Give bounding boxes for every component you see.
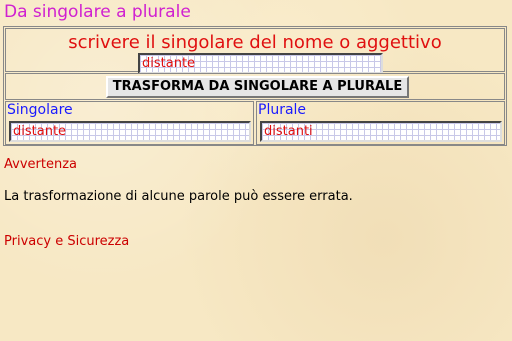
result-row: Singolare Plurale xyxy=(5,101,505,145)
convert-button[interactable]: TRASFORMA DA SINGOLARE A PLURALE xyxy=(106,76,409,98)
singular-result-field[interactable] xyxy=(9,121,251,142)
plural-label: Plurale xyxy=(258,102,307,118)
singular-label: Singolare xyxy=(7,102,73,118)
privacy-link[interactable]: Privacy e Sicurezza xyxy=(4,234,129,249)
instruction-text: scrivere il singolare del nome o aggetti… xyxy=(68,32,442,53)
singular-cell: Singolare xyxy=(5,101,254,145)
page-title: Da singolare a plurale xyxy=(4,2,191,22)
singular-input[interactable] xyxy=(138,53,383,74)
plural-cell: Plurale xyxy=(256,101,505,145)
plural-result-field[interactable] xyxy=(260,121,502,142)
input-row: scrivere il singolare del nome o aggetti… xyxy=(5,28,505,74)
warning-link[interactable]: Avvertenza xyxy=(4,157,77,172)
warning-text: La trasformazione di alcune parole può e… xyxy=(4,189,353,204)
button-row: TRASFORMA DA SINGOLARE A PLURALE xyxy=(5,73,505,100)
converter-form: scrivere il singolare del nome o aggetti… xyxy=(3,26,507,146)
